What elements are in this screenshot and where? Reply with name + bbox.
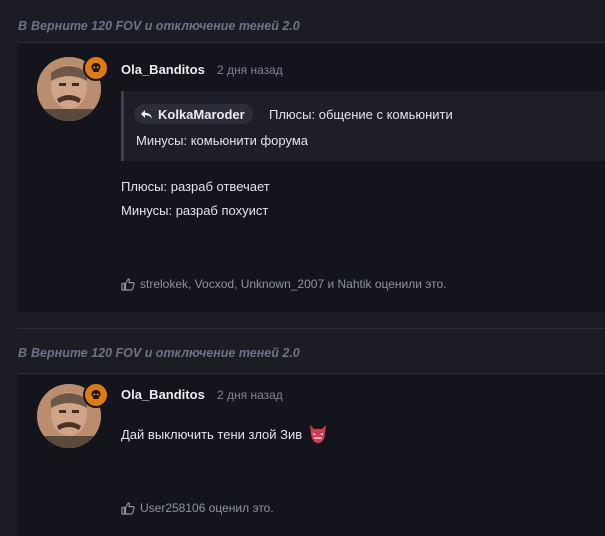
thread-prefix: В: [18, 346, 28, 360]
quote-line: Плюсы: общение с комьюнити: [269, 107, 453, 122]
thread-link[interactable]: В Верните 120 FOV и отключение теней 2.0: [18, 346, 300, 360]
post-body-text: Дай выключить тени злой Зив: [121, 426, 303, 442]
divider: [17, 328, 605, 329]
post-author[interactable]: Ola_Banditos: [121, 62, 205, 77]
thread-title: Верните 120 FOV и отключение теней 2.0: [31, 346, 300, 360]
post-body-line: Минусы: разраб похуист: [121, 203, 269, 218]
thumbs-up-icon: [121, 501, 135, 515]
thread-link[interactable]: В Верните 120 FOV и отключение теней 2.0: [18, 19, 300, 33]
thread-prefix: В: [18, 19, 28, 33]
post-author[interactable]: Ola_Banditos: [121, 387, 205, 402]
thumbs-up-icon: [121, 277, 135, 291]
angry-demon-emoji-icon: [308, 424, 328, 447]
post-time[interactable]: 2 дня назад: [217, 63, 283, 77]
reactions-text: User258106 оценил это.: [140, 501, 274, 515]
reactions-summary[interactable]: strelokek, Vocxod, Unknown_2007 и Nahtik…: [121, 277, 447, 291]
quote-author-chip[interactable]: KolkaMaroder: [134, 104, 253, 124]
reply-arrow-icon: [141, 109, 152, 119]
post-card: Ola_Banditos 2 дня назад Дай выключить т…: [17, 373, 605, 536]
thread-title: Верните 120 FOV и отключение теней 2.0: [31, 19, 300, 33]
quote-block: KolkaMaroder Плюсы: общение с комьюнити …: [121, 91, 605, 161]
reactions-text: strelokek, Vocxod, Unknown_2007 и Nahtik…: [140, 277, 447, 291]
quote-line: Минусы: комьюнити форума: [136, 133, 309, 148]
quote-author-name: KolkaMaroder: [158, 106, 245, 122]
post-card: Ola_Banditos 2 дня назад KolkaMaroder Пл…: [17, 42, 605, 312]
reactions-summary[interactable]: User258106 оценил это.: [121, 501, 274, 515]
post-time[interactable]: 2 дня назад: [217, 388, 283, 402]
post-body-line: Дай выключить тени злой Зив: [121, 424, 328, 447]
skull-badge-icon: [83, 382, 109, 408]
skull-badge-icon: [83, 55, 109, 81]
post-body-line: Плюсы: разраб отвечает: [121, 179, 270, 194]
